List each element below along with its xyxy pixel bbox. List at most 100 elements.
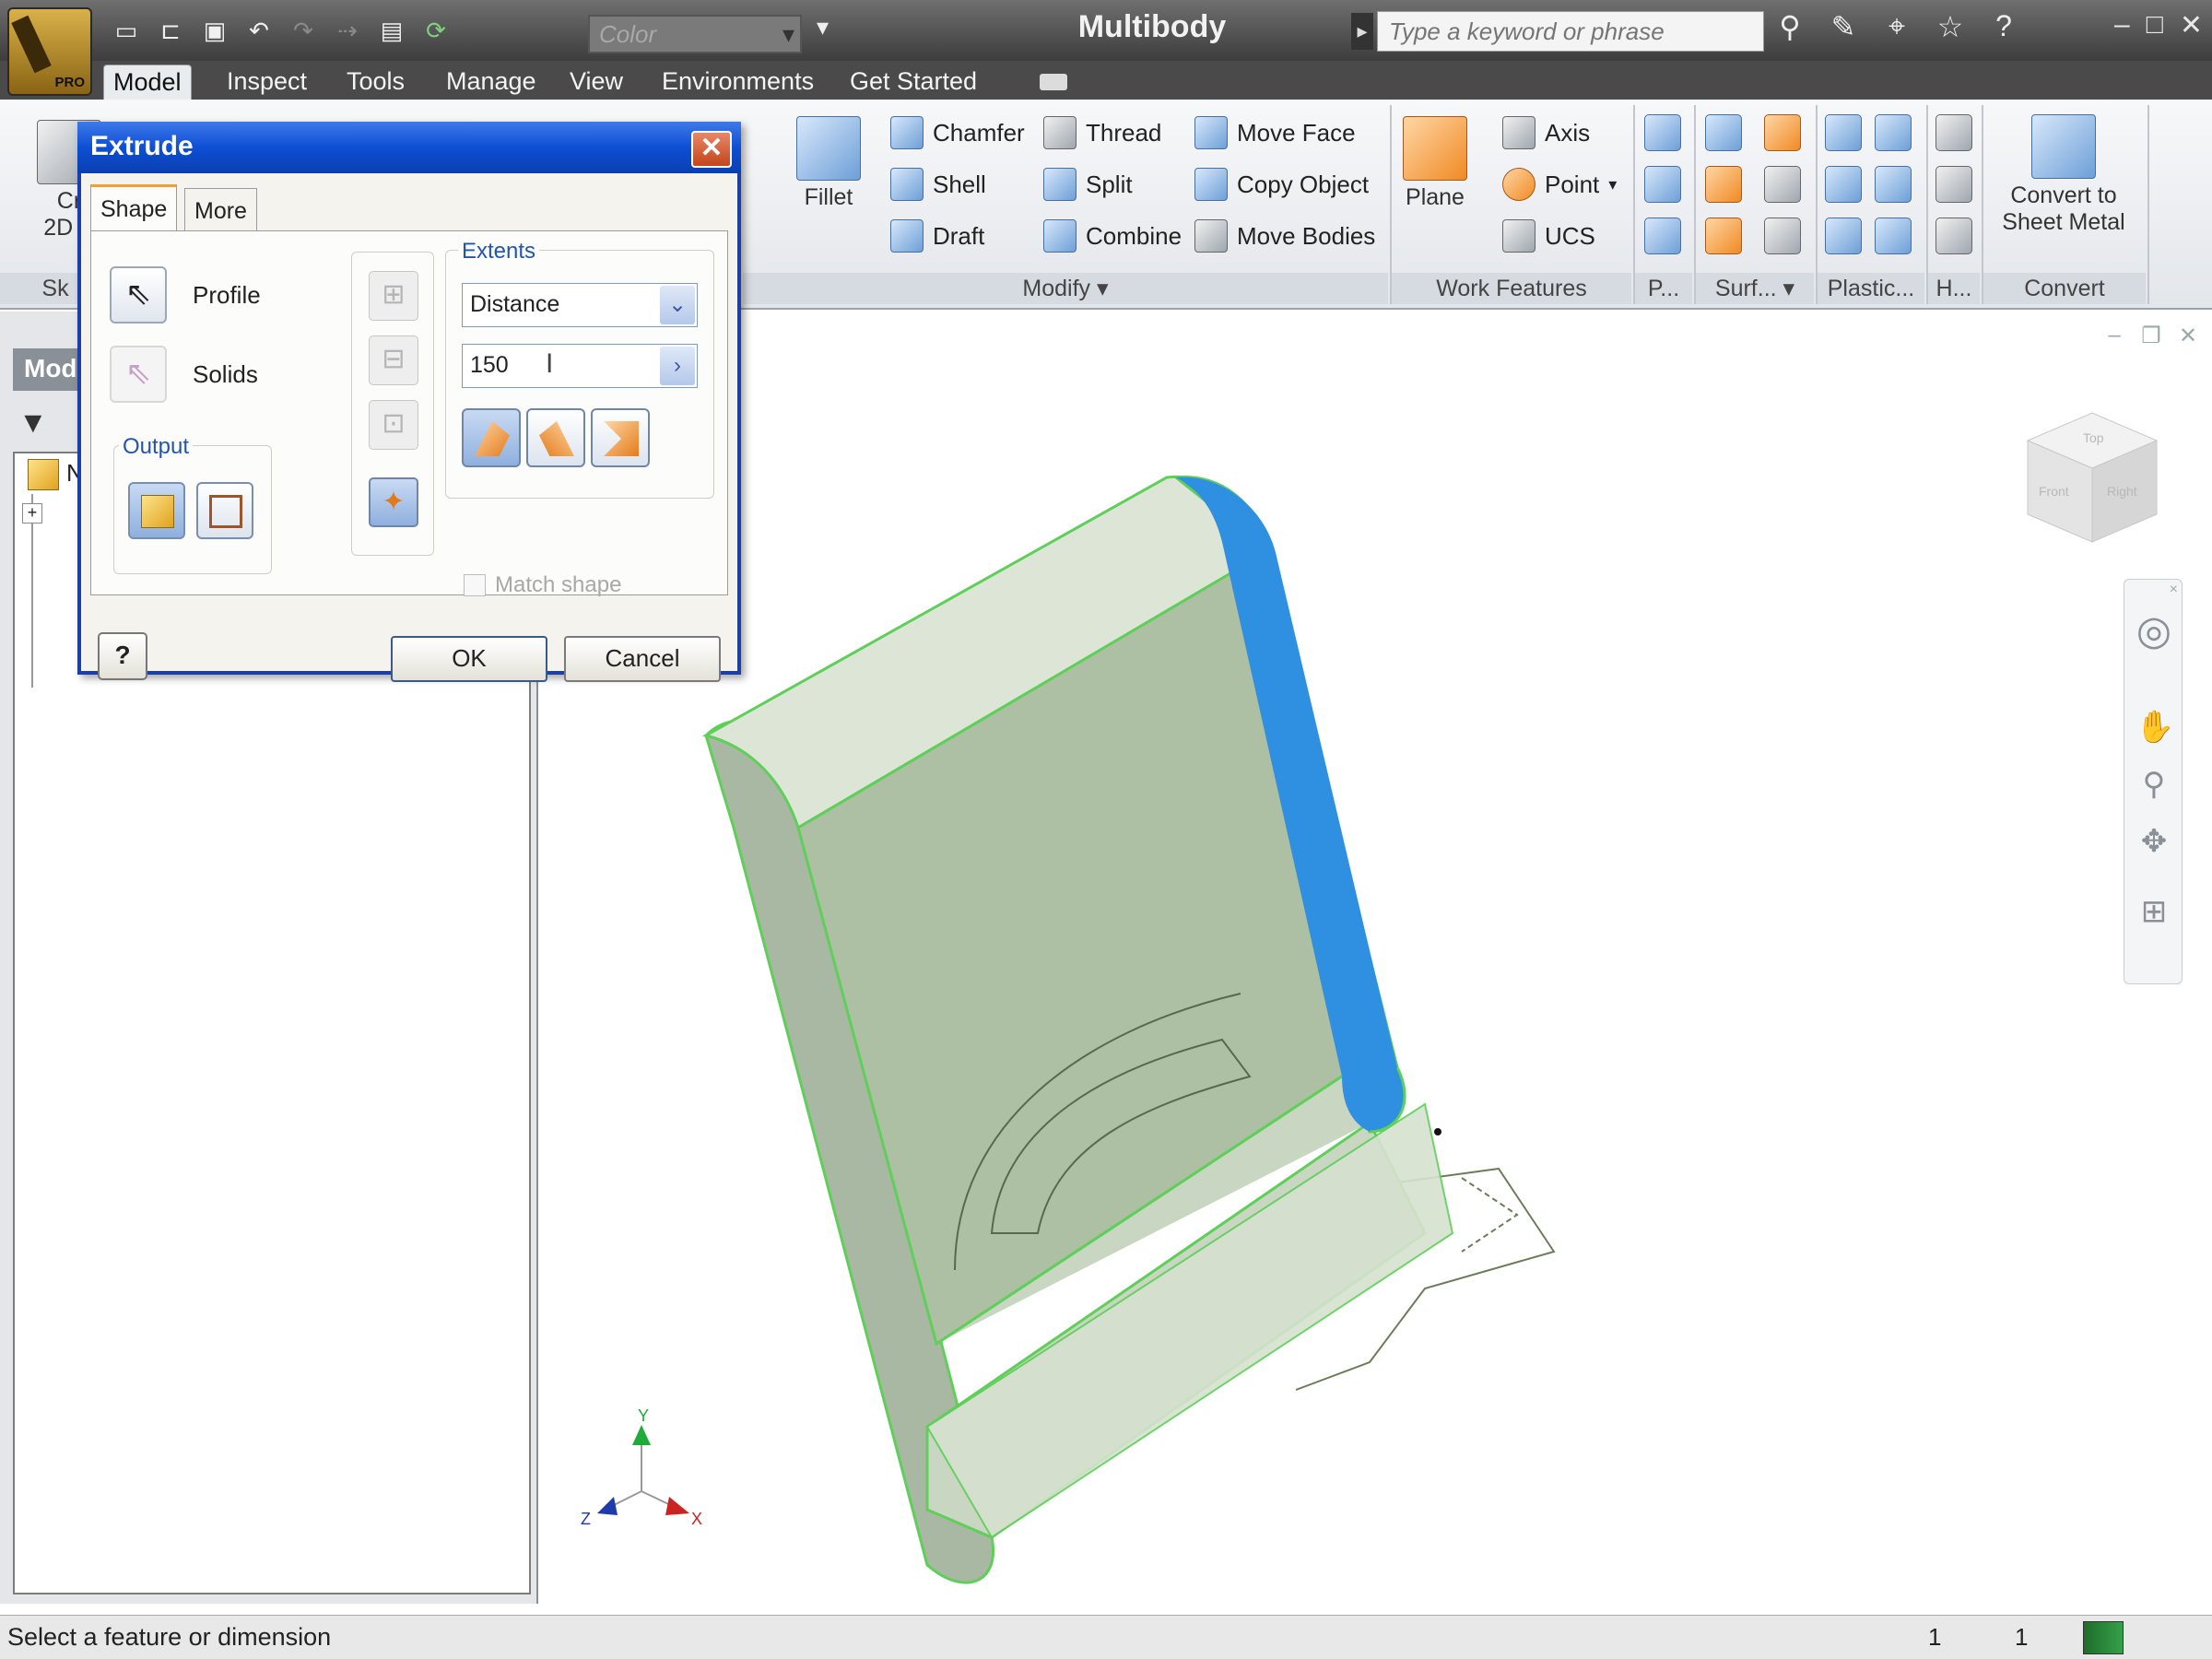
cut-button[interactable]: ⊟ — [369, 335, 418, 385]
convert-label-line2: Sheet Metal — [2002, 209, 2125, 235]
stitch-icon[interactable] — [1705, 166, 1742, 203]
ribbon-toggle-icon[interactable] — [1040, 74, 1067, 90]
tab-tools[interactable]: Tools — [337, 65, 414, 100]
open-icon[interactable]: ⊏ — [155, 15, 186, 46]
output-surface-button[interactable] — [196, 482, 253, 539]
dialog-title-bar[interactable]: Extrude ✕ — [77, 122, 741, 173]
panel-label-modify[interactable]: Modify ▾ — [743, 273, 1388, 304]
color-dropdown[interactable]: Color ▾ — [588, 15, 802, 53]
shell-button[interactable]: Shell — [890, 168, 986, 201]
fillet-button[interactable]: Fillet — [796, 116, 861, 211]
thicken-icon[interactable] — [1705, 114, 1742, 151]
expand-icon[interactable]: + — [22, 503, 42, 524]
zoom-icon[interactable]: ⚲ — [2136, 766, 2172, 803]
thread-button[interactable]: Thread — [1043, 116, 1161, 149]
search-input[interactable] — [1377, 11, 1764, 52]
move-bodies-icon — [1194, 219, 1228, 253]
trim-icon[interactable] — [1764, 166, 1801, 203]
copy-object-button[interactable]: Copy Object — [1194, 168, 1369, 201]
rectangular-pattern-icon[interactable] — [1644, 114, 1681, 151]
steering-wheel-icon[interactable]: ◎ — [2136, 607, 2172, 653]
new-file-icon[interactable]: ▭ — [111, 15, 142, 46]
profile-select-button[interactable]: ⇖ — [110, 266, 167, 324]
emboss-icon[interactable] — [1936, 218, 1972, 254]
viewcube[interactable]: Top Front Right — [2018, 404, 2166, 565]
dialog-close-button[interactable]: ✕ — [691, 131, 732, 168]
ucs-button[interactable]: UCS — [1502, 219, 1595, 253]
redo-icon[interactable]: ↷ — [288, 15, 319, 46]
tab-inspect[interactable]: Inspect — [218, 65, 316, 100]
cancel-button[interactable]: Cancel — [564, 636, 721, 682]
rib-icon[interactable] — [1936, 166, 1972, 203]
boss-icon[interactable] — [1875, 114, 1912, 151]
surface-icon — [209, 495, 242, 528]
binoculars-icon[interactable]: ⚲ — [1773, 9, 1806, 44]
rest-icon[interactable] — [1875, 166, 1912, 203]
search-expand-icon[interactable]: ▸ — [1351, 13, 1373, 50]
ok-button[interactable]: OK — [391, 636, 547, 682]
panel-label-surface[interactable]: Surf... ▾ — [1696, 273, 1814, 304]
close-icon[interactable]: × — [2170, 582, 2178, 598]
satellite-icon[interactable]: ⌖ — [1880, 9, 1913, 44]
distance-input[interactable]: 150 I › — [462, 344, 698, 388]
save-icon[interactable]: ▣ — [199, 15, 230, 46]
direction-default-button[interactable] — [462, 408, 521, 467]
direction-flipped-button[interactable] — [526, 408, 585, 467]
minimize-icon[interactable]: – — [2114, 9, 2130, 41]
pan-icon[interactable]: ✋ — [2136, 709, 2174, 746]
tab-view[interactable]: View — [560, 65, 632, 100]
point-button[interactable]: Point ▾ — [1502, 168, 1617, 201]
move-face-icon — [1194, 116, 1228, 149]
lip-icon[interactable] — [1825, 218, 1862, 254]
tab-manage[interactable]: Manage — [437, 65, 546, 100]
help-button[interactable]: ? — [98, 632, 147, 680]
intersect-button[interactable]: ⊡ — [369, 400, 418, 450]
solids-select-button[interactable]: ⇖ — [110, 346, 167, 403]
direction-symmetric-button[interactable] — [591, 408, 650, 467]
combine-button[interactable]: Combine — [1043, 219, 1182, 253]
star-icon[interactable]: ☆ — [1934, 9, 1967, 44]
snap-fit-icon[interactable] — [1875, 218, 1912, 254]
join-button[interactable]: ⊞ — [369, 271, 418, 321]
tab-shape[interactable]: Shape — [90, 184, 178, 232]
update-icon[interactable]: ⟳ — [420, 15, 452, 46]
hole-icon[interactable] — [1936, 114, 1972, 151]
application-menu-button[interactable]: PRO — [7, 7, 92, 96]
graphics-viewport[interactable]: – ❐ ✕ Top Front Right × ◎ ✋ ⚲ ✥ ⊞ Y Z X — [540, 312, 2212, 1604]
new-solid-button[interactable]: ✦ — [369, 477, 418, 527]
tab-environments[interactable]: Environments — [653, 65, 823, 100]
draft-button[interactable]: Draft — [890, 219, 984, 253]
rule-fillet-icon[interactable] — [1825, 166, 1862, 203]
circular-pattern-icon[interactable] — [1644, 166, 1681, 203]
close-icon[interactable]: ✕ — [2180, 9, 2203, 41]
maximize-icon[interactable]: □ — [2147, 9, 2163, 41]
move-face-button[interactable]: Move Face — [1194, 116, 1356, 149]
wrench-icon[interactable]: ✎ — [1827, 9, 1860, 44]
tab-model[interactable]: Model — [103, 65, 192, 100]
sculpt-icon[interactable] — [1705, 218, 1742, 254]
filter-icon[interactable]: ▼ — [18, 406, 48, 440]
plane-button[interactable]: Plane — [1403, 116, 1467, 211]
look-at-icon[interactable]: ⊞ — [2136, 893, 2172, 930]
match-shape-checkbox[interactable]: Match shape — [464, 572, 621, 598]
orbit-icon[interactable]: ✥ — [2136, 823, 2172, 860]
tab-get-started[interactable]: Get Started — [841, 65, 986, 100]
select-icon[interactable]: ⇢ — [332, 15, 363, 46]
chamfer-button[interactable]: Chamfer — [890, 116, 1025, 149]
mirror-icon[interactable] — [1644, 218, 1681, 254]
project-icon[interactable]: ▤ — [376, 15, 407, 46]
output-solid-button[interactable] — [128, 482, 185, 539]
patch-icon[interactable] — [1764, 114, 1801, 151]
delete-face-icon[interactable] — [1764, 218, 1801, 254]
extents-type-select[interactable]: Distance ⌄ — [462, 283, 698, 327]
axis-button[interactable]: Axis — [1502, 116, 1590, 149]
chevron-right-icon[interactable]: › — [660, 347, 695, 385]
tab-more[interactable]: More — [184, 188, 257, 230]
move-bodies-button[interactable]: Move Bodies — [1194, 219, 1375, 253]
undo-icon[interactable]: ↶ — [243, 15, 275, 46]
convert-to-sheet-metal-button[interactable]: Convert to Sheet Metal — [1998, 114, 2129, 236]
grill-icon[interactable] — [1825, 114, 1862, 151]
split-button[interactable]: Split — [1043, 168, 1133, 201]
material-dropdown-icon[interactable]: ▾ — [817, 13, 872, 50]
help-icon[interactable]: ? — [1987, 9, 2020, 44]
